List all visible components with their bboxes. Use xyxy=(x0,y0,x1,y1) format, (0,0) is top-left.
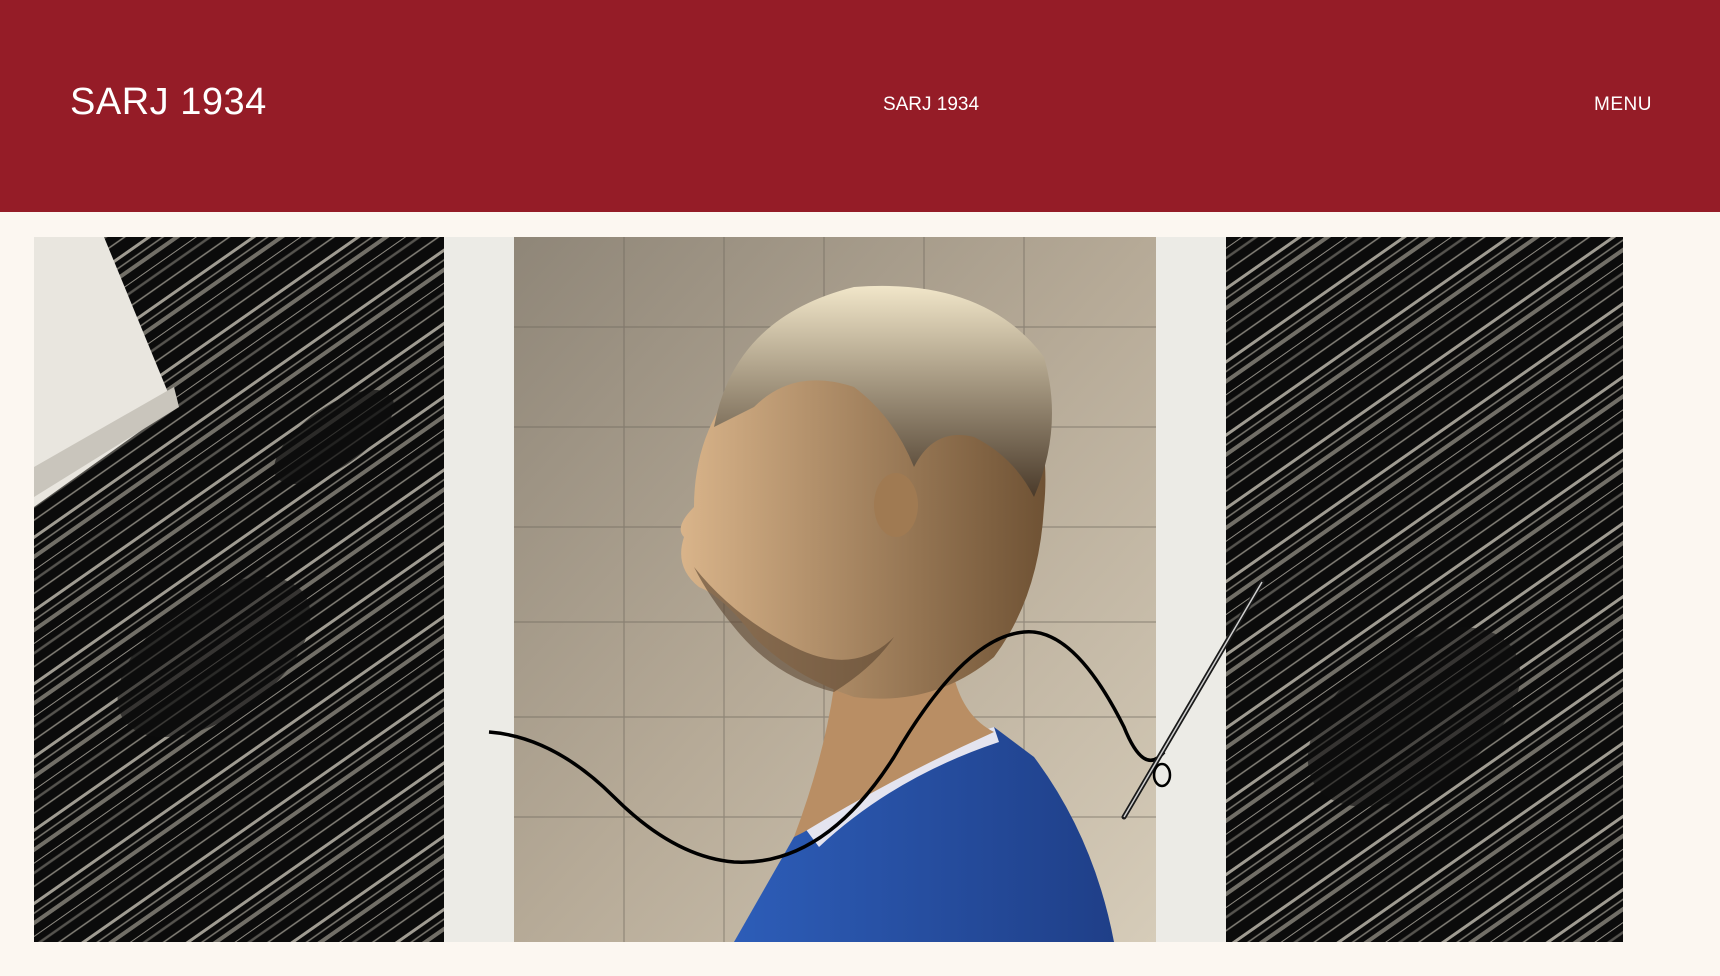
hero-image xyxy=(34,237,1623,942)
menu-button[interactable]: MENU xyxy=(1594,94,1652,116)
header-center-title: SARJ 1934 xyxy=(882,94,980,115)
site-header: SARJ 1934 SARJ 1934 MENU xyxy=(0,0,1720,212)
